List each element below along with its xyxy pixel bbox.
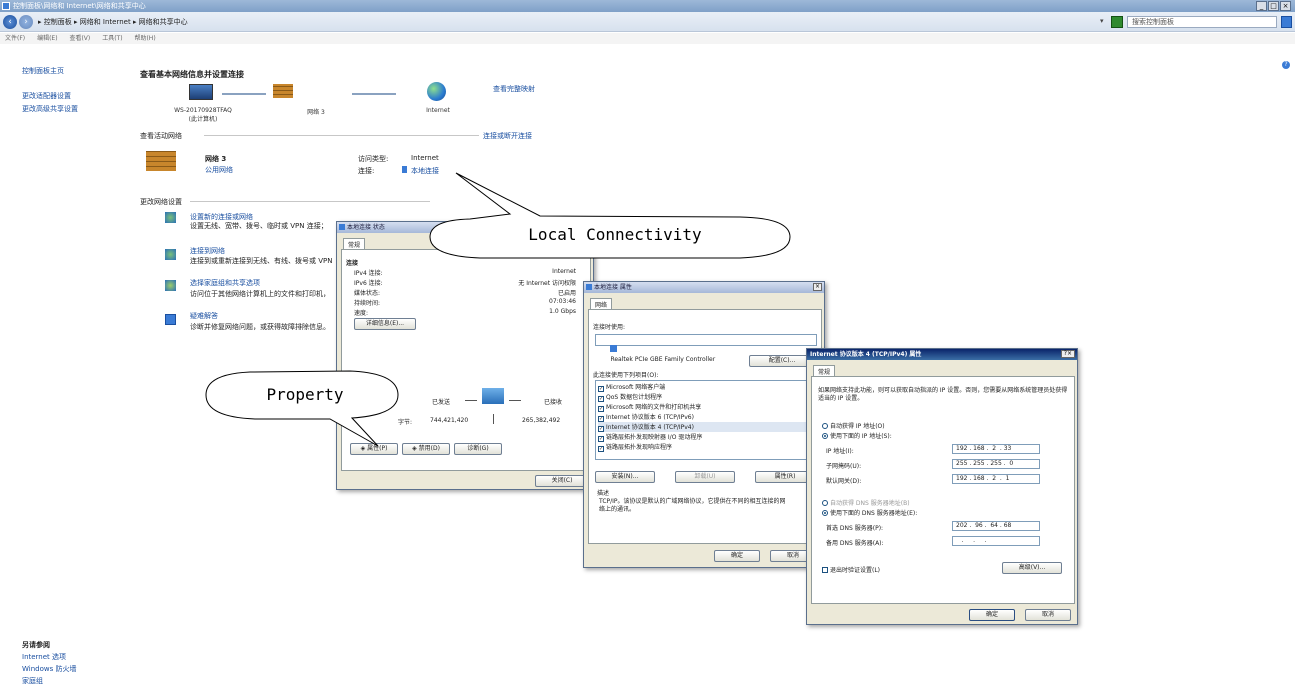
local-connectivity-callout <box>429 172 791 259</box>
property-text: Property <box>266 385 344 404</box>
callout-layer <box>205 172 791 447</box>
local-connectivity-text: Local Connectivity <box>528 225 702 244</box>
property-callout <box>205 370 399 447</box>
